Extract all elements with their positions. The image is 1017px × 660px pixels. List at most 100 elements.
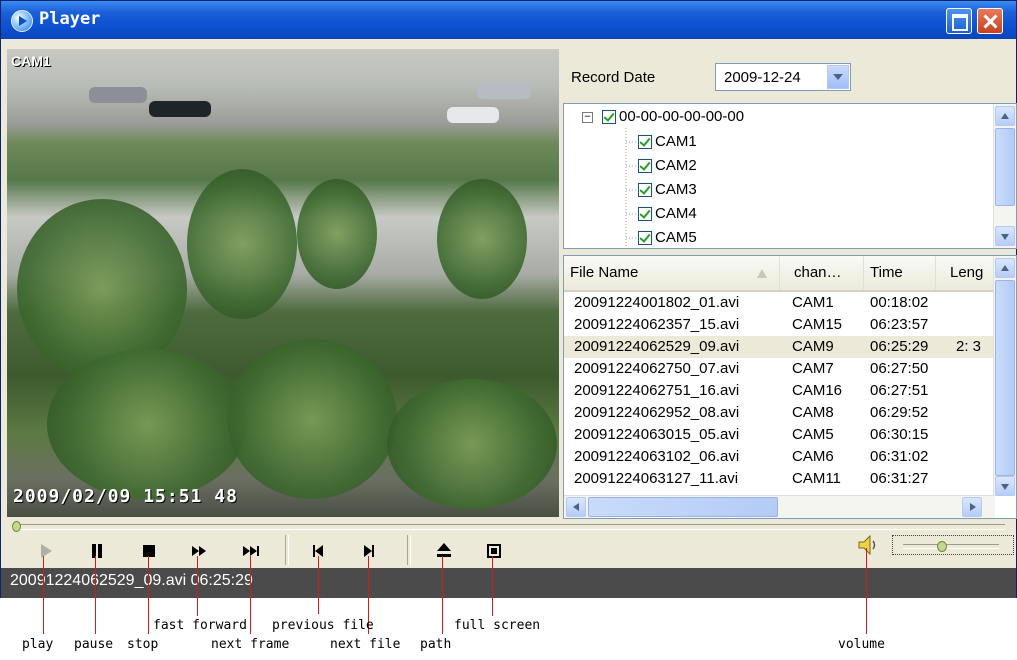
seek-thumb[interactable] (12, 521, 21, 532)
annotation-full-screen: full screen (454, 618, 541, 633)
previous-file-button[interactable] (307, 539, 331, 563)
scrollbar-thumb[interactable] (588, 497, 778, 517)
tree-node-cam2[interactable]: CAM2 (638, 155, 697, 177)
video-display[interactable]: CAM1 2009/02/09 15:51 48 (7, 49, 559, 517)
chevron-down-icon[interactable] (827, 65, 849, 89)
title-bar[interactable]: Player (1, 1, 1016, 39)
table-row[interactable]: 20091224063015_05.avi CAM5 06:30:15 (564, 424, 995, 446)
table-row[interactable]: 20091224062529_09.avi CAM9 06:25:29 2: 3 (564, 336, 995, 358)
volume-icon[interactable] (856, 533, 880, 557)
annotation-volume: volume (838, 637, 885, 652)
tree-node-cam4[interactable]: CAM4 (638, 203, 697, 225)
annotation-line-previous-file (318, 556, 319, 614)
scroll-down-icon[interactable] (995, 226, 1015, 246)
next-file-button[interactable] (357, 539, 381, 563)
tree-node-cam5[interactable]: CAM5 (638, 227, 697, 248)
tree-node-cam1[interactable]: CAM1 (638, 131, 697, 153)
table-row[interactable]: 20091224062750_07.avi CAM7 06:27:50 (564, 358, 995, 380)
table-cell-time: 06:29:52 (870, 404, 929, 421)
table-row[interactable]: 20091224062357_15.avi CAM15 06:23:57 (564, 314, 995, 336)
annotation-stop: stop (127, 637, 159, 652)
next-frame-bar (257, 546, 259, 556)
video-timestamp: 2009/02/09 15:51 48 (13, 486, 238, 507)
table-row[interactable]: 20091224062751_16.avi CAM16 06:27:51 (564, 380, 995, 402)
checkbox-device[interactable] (602, 110, 616, 125)
column-header-label: Time (870, 264, 903, 281)
scroll-right-icon[interactable] (962, 497, 982, 517)
device-label: 00-00-00-00-00-00 (619, 108, 745, 125)
scrollbar-thumb[interactable] (995, 128, 1015, 206)
table-cell-name: 20091224063127_11.avi (574, 470, 739, 487)
video-tree (47, 349, 247, 499)
record-date-value: 2009-12-24 (724, 69, 801, 86)
fast-forward-button[interactable] (187, 539, 211, 563)
checkbox-cam3[interactable] (638, 183, 652, 198)
next-frame-button[interactable] (240, 539, 264, 563)
close-button[interactable] (977, 8, 1003, 34)
column-header-length[interactable]: Leng (944, 256, 995, 290)
next-frame-icon (243, 546, 250, 556)
table-cell-time: 06:30:15 (870, 426, 929, 443)
volume-slider[interactable] (892, 535, 1014, 555)
table-row[interactable]: 20091224063127_11.avi CAM11 06:31:27 (564, 468, 995, 490)
checkbox-cam1[interactable] (638, 135, 652, 150)
table-cell-time: 06:23:57 (870, 316, 929, 333)
stop-button[interactable] (137, 539, 161, 563)
table-cell-name: 20091224062750_07.avi (574, 360, 740, 377)
record-date-label: Record Date (571, 69, 656, 86)
table-cell-time: 06:25:29 (870, 338, 929, 355)
file-list-horizontal-scrollbar[interactable] (564, 495, 995, 518)
volume-track (903, 544, 999, 549)
device-tree[interactable]: − 00-00-00-00-00-00 CAM1 CAM2 CAM3 CAM4 … (563, 103, 1017, 249)
tree-node-device[interactable]: 00-00-00-00-00-00 (602, 106, 744, 128)
checkbox-cam5[interactable] (638, 231, 652, 246)
fast-forward-icon-part (199, 546, 206, 556)
cam2-label: CAM2 (655, 157, 697, 174)
table-row[interactable]: 20091224001802_01.avi CAM1 00:18:02 (564, 292, 995, 314)
checkbox-cam4[interactable] (638, 207, 652, 222)
scrollbar-thumb[interactable] (995, 280, 1015, 476)
next-frame-icon-part (250, 546, 257, 556)
record-date-dropdown[interactable]: 2009-12-24 (715, 63, 851, 91)
path-button[interactable] (432, 539, 456, 563)
status-text: 20091224062529_09.avi 06:25:29 (10, 572, 253, 589)
table-cell-length: 2: 3 (956, 338, 982, 355)
annotation-line-fast-forward (197, 556, 198, 616)
video-tree (187, 169, 297, 319)
tree-node-cam3[interactable]: CAM3 (638, 179, 697, 201)
column-header-channel[interactable]: chan… (788, 256, 864, 290)
volume-thumb[interactable] (937, 541, 948, 552)
file-list-vertical-scrollbar[interactable] (993, 256, 1016, 496)
player-window: Player CAM1 2009/02/09 15:51 48 Record D… (0, 0, 1017, 598)
scroll-up-icon[interactable] (995, 106, 1015, 126)
annotation-line-path (442, 556, 443, 634)
column-header-time[interactable]: Time (864, 256, 936, 290)
table-cell-name: 20091224063015_05.avi (574, 426, 740, 443)
full-screen-button[interactable] (482, 539, 506, 563)
annotation-play: play (22, 637, 54, 652)
table-cell-channel: CAM1 (792, 294, 834, 311)
column-header-label: File Name (570, 264, 639, 281)
table-row[interactable]: 20091224062952_08.avi CAM8 06:29:52 (564, 402, 995, 424)
cam3-label: CAM3 (655, 181, 697, 198)
annotation-line-stop (148, 556, 149, 634)
scroll-up-icon[interactable] (995, 258, 1015, 278)
video-car (149, 101, 211, 117)
cam4-label: CAM4 (655, 205, 697, 222)
column-header-file-name[interactable]: File Name (564, 256, 780, 290)
tree-vertical-scrollbar[interactable] (993, 104, 1016, 248)
eject-icon (437, 543, 451, 551)
seek-bar[interactable] (12, 521, 1005, 532)
table-row[interactable]: 20091224063102_06.avi CAM6 06:31:02 (564, 446, 995, 468)
file-list[interactable]: File Name chan… Time Leng 20091224001802… (563, 255, 1017, 519)
play-button[interactable] (33, 539, 57, 563)
pause-button[interactable] (85, 539, 109, 563)
checkbox-cam2[interactable] (638, 159, 652, 174)
scroll-down-icon[interactable] (995, 476, 1015, 496)
maximize-button[interactable] (946, 8, 972, 34)
scroll-left-icon[interactable] (566, 497, 586, 517)
video-tree (437, 179, 527, 299)
table-cell-length (956, 292, 996, 314)
table-cell-name: 20091224062529_09.avi (574, 338, 740, 355)
tree-collapse-toggle[interactable]: − (582, 112, 593, 123)
